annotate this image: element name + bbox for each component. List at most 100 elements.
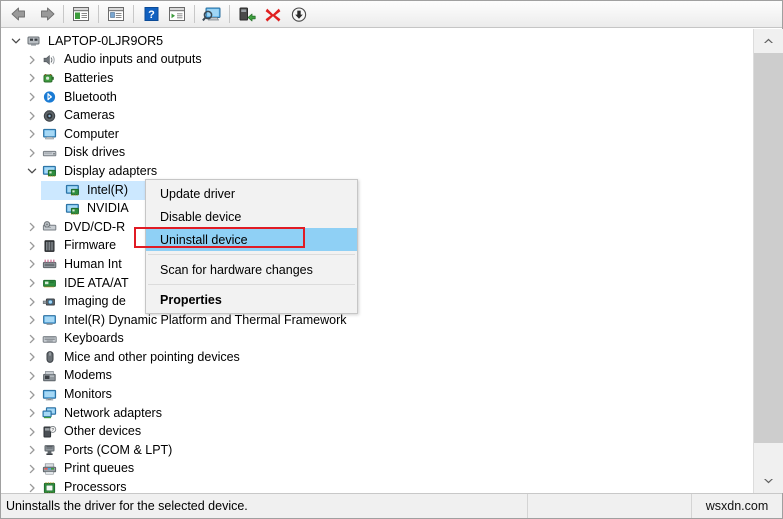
- tree-item-label: DVD/CD-R: [64, 219, 126, 234]
- chevron-right-icon[interactable]: [23, 274, 40, 292]
- tree-item-label: Other devices: [64, 424, 142, 439]
- tree-item-label: Batteries: [64, 70, 114, 85]
- menu-item-uninstall-device[interactable]: Uninstall device: [146, 228, 357, 251]
- chevron-right-icon[interactable]: [23, 311, 40, 329]
- tree-item-human-int[interactable]: Human Int: [1, 255, 753, 274]
- back-button[interactable]: [7, 2, 33, 26]
- speaker-icon: [43, 54, 55, 65]
- keyboard-icon: [42, 335, 57, 343]
- tree-item-monitors[interactable]: Monitors: [1, 385, 753, 404]
- chevron-right-icon[interactable]: [23, 51, 40, 69]
- chevron-right-icon[interactable]: [23, 69, 40, 87]
- tree-item-bluetooth[interactable]: Bluetooth: [1, 88, 753, 107]
- tree-item-ports-com-lpt[interactable]: Ports (COM & LPT): [1, 441, 753, 460]
- menu-separator: [148, 254, 355, 255]
- tree-item-other-devices[interactable]: ? Other devices: [1, 422, 753, 441]
- chevron-right-icon[interactable]: [23, 330, 40, 348]
- toolbar-separator: [98, 5, 99, 23]
- chevron-right-icon[interactable]: [23, 423, 40, 441]
- chevron-down-icon[interactable]: [23, 162, 40, 180]
- scrollbar-thumb[interactable]: [754, 53, 783, 443]
- chevron-right-icon[interactable]: [23, 404, 40, 422]
- tree-item-cameras[interactable]: Cameras: [1, 106, 753, 125]
- chevron-right-icon[interactable]: [23, 293, 40, 311]
- chevron-right-icon[interactable]: [23, 479, 40, 493]
- tree-item-network-adapters[interactable]: Network adapters: [1, 404, 753, 423]
- computer-icon: [40, 126, 60, 143]
- context-menu[interactable]: Update driver Disable device Uninstall dev…: [145, 179, 358, 314]
- update-driver-button[interactable]: [234, 2, 260, 26]
- device-manager-window: ? LAPTOP-0LJR9OR5 Audio inputs and outpu…: [0, 0, 783, 519]
- menu-item-label: Scan for hardware changes: [160, 262, 313, 277]
- tree-item-intel-r-dynamic-platform-and-thermal-framework[interactable]: Intel(R) Dynamic Platform and Thermal Fr…: [1, 311, 753, 330]
- vertical-scrollbar[interactable]: [753, 29, 783, 493]
- device-tree[interactable]: LAPTOP-0LJR9OR5 Audio inputs and outputs B…: [1, 29, 753, 493]
- menu-item-disable-device[interactable]: Disable device: [146, 205, 357, 228]
- view-button[interactable]: [164, 2, 190, 26]
- chevron-right-icon[interactable]: [23, 144, 40, 162]
- speaker-icon: [40, 51, 60, 68]
- menu-item-label: Uninstall device: [160, 232, 248, 247]
- device-tree-panel[interactable]: LAPTOP-0LJR9OR5 Audio inputs and outputs B…: [1, 29, 782, 493]
- scan-hardware-changes-button[interactable]: [199, 2, 225, 26]
- menu-item-properties[interactable]: Properties: [146, 288, 357, 311]
- forward-button[interactable]: [33, 2, 59, 26]
- tree-item-dvd-cd-r[interactable]: DVD/CD-R: [1, 218, 753, 237]
- tree-item-label: Print queues: [64, 461, 135, 476]
- battery-icon: [43, 74, 54, 83]
- tree-item-intel-r[interactable]: Intel(R): [1, 181, 753, 200]
- properties-window-icon: [108, 7, 124, 21]
- forward-arrow-icon: [41, 7, 55, 21]
- chevron-right-icon[interactable]: [23, 386, 40, 404]
- red-x-icon: [265, 8, 281, 22]
- tree-item-disk-drives[interactable]: Disk drives: [1, 144, 753, 163]
- display-adapter-icon: [63, 200, 83, 217]
- chevron-right-icon[interactable]: [23, 348, 40, 366]
- chevron-right-icon[interactable]: [23, 255, 40, 273]
- chevron-down-icon[interactable]: [7, 32, 24, 50]
- chevron-right-icon[interactable]: [23, 107, 40, 125]
- menu-item-scan-for-hardware-changes[interactable]: Scan for hardware changes: [146, 258, 357, 281]
- monitor-icon: [40, 386, 60, 403]
- tree-item-keyboards[interactable]: Keyboards: [1, 330, 753, 349]
- tree-item-modems[interactable]: Modems: [1, 367, 753, 386]
- scroll-down-button[interactable]: [754, 469, 783, 493]
- tree-item-processors[interactable]: Processors: [1, 478, 753, 493]
- imaging-device-icon: [42, 298, 55, 306]
- disk-drive-icon: [40, 144, 60, 161]
- scrollbar-track[interactable]: [754, 53, 783, 469]
- scroll-up-button[interactable]: [754, 29, 783, 53]
- thermal-framework-icon: [40, 312, 60, 329]
- tree-item-firmware[interactable]: Firmware: [1, 237, 753, 256]
- tree-item-batteries[interactable]: Batteries: [1, 69, 753, 88]
- menu-item-update-driver[interactable]: Update driver: [146, 182, 357, 205]
- chevron-right-icon[interactable]: [23, 125, 40, 143]
- tree-item-label: Modems: [64, 368, 112, 383]
- tree-item-nvidia[interactable]: NVIDIA: [1, 199, 753, 218]
- tree-item-root[interactable]: LAPTOP-0LJR9OR5: [1, 32, 753, 51]
- tree-item-display-adapters[interactable]: Display adapters: [1, 162, 753, 181]
- chevron-right-icon[interactable]: [23, 237, 40, 255]
- tree-item-mice-and-other-pointing-devices[interactable]: Mice and other pointing devices: [1, 348, 753, 367]
- disable-device-button[interactable]: [286, 2, 312, 26]
- help-button[interactable]: ?: [138, 2, 164, 26]
- chevron-right-icon[interactable]: [23, 88, 40, 106]
- tree-item-ide-ata-at[interactable]: IDE ATA/AT: [1, 274, 753, 293]
- port-icon: [40, 442, 60, 459]
- tree-item-label: Intel(R) Dynamic Platform and Thermal Fr…: [64, 312, 347, 327]
- tree-item-print-queues[interactable]: Print queues: [1, 460, 753, 479]
- properties-button[interactable]: [103, 2, 129, 26]
- tree-item-computer[interactable]: Computer: [1, 125, 753, 144]
- menu-item-label: Properties: [160, 292, 222, 307]
- chevron-right-icon[interactable]: [23, 367, 40, 385]
- chevron-right-icon[interactable]: [23, 460, 40, 478]
- show-hide-console-tree-button[interactable]: [68, 2, 94, 26]
- chevron-down-icon: [764, 479, 773, 484]
- battery-icon: [40, 70, 60, 87]
- chevron-right-icon[interactable]: [23, 218, 40, 236]
- tree-item-label: Intel(R): [87, 181, 128, 199]
- tree-item-audio-inputs-and-outputs[interactable]: Audio inputs and outputs: [1, 51, 753, 70]
- uninstall-device-button[interactable]: [260, 2, 286, 26]
- tree-item-imaging-de[interactable]: Imaging de: [1, 292, 753, 311]
- chevron-right-icon[interactable]: [23, 441, 40, 459]
